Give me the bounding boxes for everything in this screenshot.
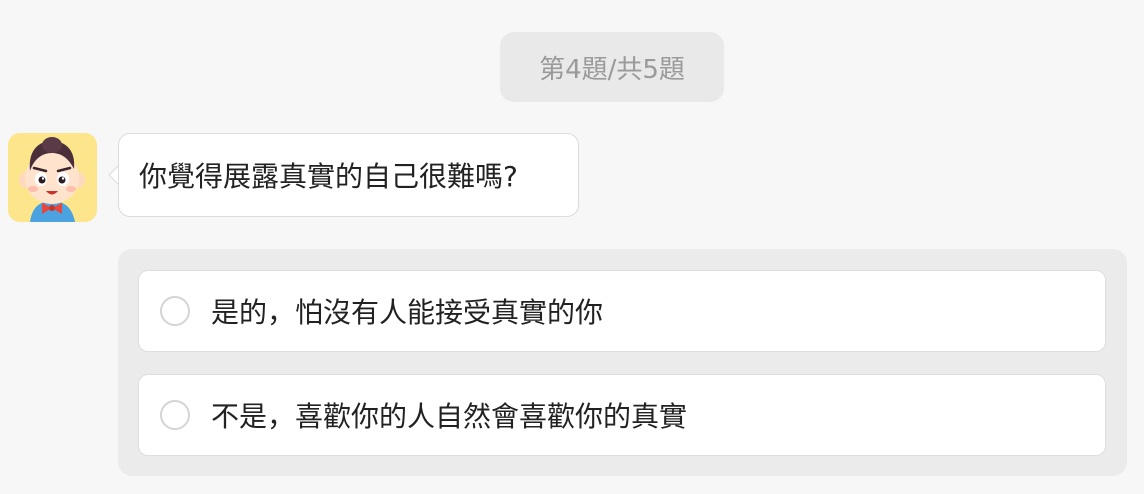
- radio-button[interactable]: [160, 296, 190, 326]
- question-progress-badge: 第4題/共5題: [500, 32, 724, 102]
- quiz-page: 第4題/共5題 你覺得展露真實的自己很難嗎? 是的，怕沒有人能接受真實的你 不是…: [0, 0, 1144, 494]
- answer-option-label: 不是，喜歡你的人自然會喜歡你的真實: [211, 400, 688, 433]
- answer-option-yes[interactable]: 是的，怕沒有人能接受真實的你: [138, 270, 1106, 352]
- question-progress-label: 第4題/共5題: [539, 54, 685, 85]
- answer-option-no[interactable]: 不是，喜歡你的人自然會喜歡你的真實: [138, 374, 1106, 456]
- avatar: [8, 133, 97, 222]
- answer-options-panel: 是的，怕沒有人能接受真實的你 不是，喜歡你的人自然會喜歡你的真實: [118, 249, 1127, 476]
- answer-option-label: 是的，怕沒有人能接受真實的你: [211, 296, 604, 329]
- question-bubble: 你覺得展露真實的自己很難嗎?: [118, 133, 579, 217]
- question-text: 你覺得展露真實的自己很難嗎?: [139, 160, 518, 193]
- radio-button[interactable]: [160, 400, 190, 430]
- cartoon-boy-avatar-icon: [19, 137, 85, 222]
